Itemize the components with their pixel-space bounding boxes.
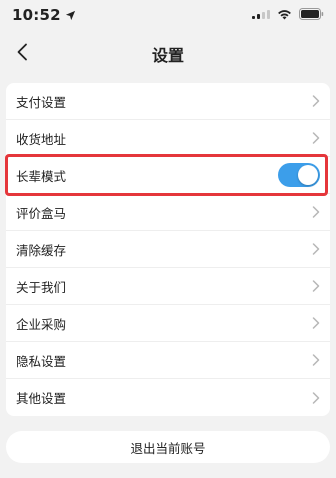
location-arrow-icon <box>65 10 76 21</box>
settings-item-about-us[interactable]: 关于我们 <box>6 268 330 305</box>
status-time: 10:52 <box>12 6 61 24</box>
chevron-right-icon <box>312 243 320 255</box>
settings-item-label: 评价盒马 <box>16 205 67 221</box>
settings-item-rate-app[interactable]: 评价盒马 <box>6 194 330 231</box>
logout-button[interactable]: 退出当前账号 <box>6 431 330 463</box>
toggle-knob <box>298 165 318 185</box>
wifi-icon <box>277 9 292 20</box>
chevron-right-icon <box>312 206 320 218</box>
signal-icon <box>252 9 270 19</box>
logout-label: 退出当前账号 <box>130 440 206 456</box>
settings-item-label: 收货地址 <box>16 131 67 147</box>
settings-item-label: 隐私设置 <box>16 353 67 369</box>
nav-bar: 设置 <box>0 32 336 72</box>
chevron-right-icon <box>312 391 320 404</box>
settings-item-elder-mode: 长辈模式 <box>6 157 330 194</box>
chevron-right-icon <box>312 280 320 292</box>
settings-item-label: 清除缓存 <box>16 242 67 258</box>
battery-icon <box>299 8 324 20</box>
settings-item-label: 关于我们 <box>16 279 67 295</box>
settings-item-label: 支付设置 <box>16 94 67 110</box>
settings-item-payment[interactable]: 支付设置 <box>6 83 330 120</box>
page-title: 设置 <box>151 46 184 65</box>
settings-item-other[interactable]: 其他设置 <box>6 379 330 416</box>
settings-item-shipping-address[interactable]: 收货地址 <box>6 120 330 157</box>
status-bar: 10:52 <box>0 0 336 32</box>
settings-item-clear-cache[interactable]: 清除缓存 <box>6 231 330 268</box>
settings-item-enterprise-purchase[interactable]: 企业采购 <box>6 305 330 342</box>
settings-item-privacy[interactable]: 隐私设置 <box>6 342 330 379</box>
chevron-right-icon <box>312 317 320 329</box>
chevron-right-icon <box>312 354 320 366</box>
status-time-group: 10:52 <box>12 6 76 24</box>
settings-list: 支付设置 收货地址 长辈模式 评价盒马 清除缓存 关于我们 企业采购 隐私设置 … <box>6 83 330 416</box>
status-right-icons <box>252 8 324 20</box>
chevron-right-icon <box>312 95 320 107</box>
elder-mode-toggle[interactable] <box>278 163 320 187</box>
settings-item-label: 长辈模式 <box>16 168 67 184</box>
settings-item-label: 企业采购 <box>16 316 67 332</box>
chevron-right-icon <box>312 132 320 144</box>
settings-item-label: 其他设置 <box>16 391 67 406</box>
